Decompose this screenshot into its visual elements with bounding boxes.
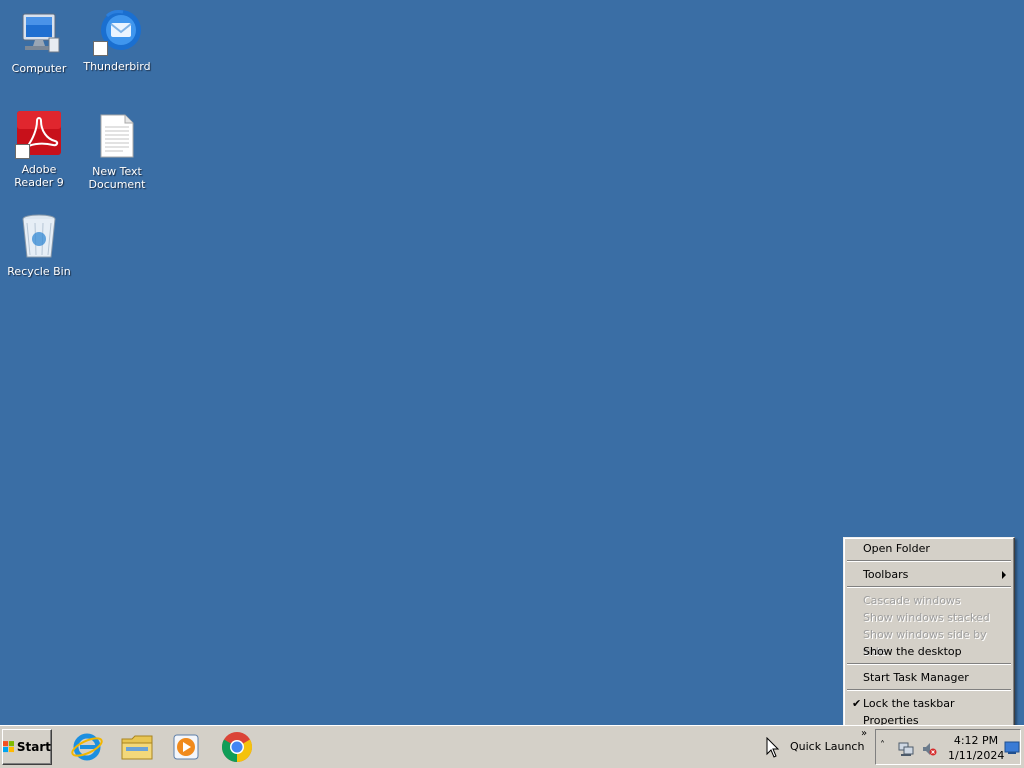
- recycle-bin-icon: [15, 213, 63, 261]
- desktop-icon-label: Computer: [11, 62, 67, 75]
- show-hidden-icons-chevron-icon[interactable]: ˄: [880, 740, 885, 751]
- desktop-icon-recycle-bin[interactable]: Recycle Bin: [0, 213, 78, 278]
- checkmark-icon: ✔: [852, 697, 862, 710]
- menu-item-open-folder[interactable]: Open Folder: [846, 540, 1012, 557]
- text-document-icon: [93, 113, 141, 161]
- menu-item-label: Toolbars: [863, 568, 909, 581]
- adobe-reader-icon: [15, 111, 63, 159]
- menu-item-show-windows-stacked: Show windows stacked: [846, 609, 1012, 626]
- volume-muted-icon[interactable]: [921, 741, 937, 757]
- quick-launch-toolbar-label[interactable]: Quick Launch: [790, 740, 864, 753]
- desktop-icon-label: Thunderbird: [83, 60, 151, 73]
- desktop-icon-label: Recycle Bin: [7, 265, 71, 278]
- system-tray: ˄ 4:12 PM 1/11/2024: [875, 729, 1021, 765]
- desktop-icon-label: Adobe Reader 9: [14, 163, 64, 189]
- shortcut-arrow-icon: [93, 41, 108, 56]
- taskbar-context-menu: Open Folder Toolbars Cascade windows Sho…: [843, 537, 1015, 730]
- mouse-cursor-icon: [766, 737, 780, 758]
- internet-explorer-icon[interactable]: [70, 731, 104, 763]
- menu-item-show-the-desktop[interactable]: Show the desktop: [846, 643, 1012, 660]
- chrome-icon[interactable]: [220, 731, 254, 763]
- clock-date: 1/11/2024: [948, 749, 1005, 762]
- toolbar-overflow-chevron-icon[interactable]: »: [861, 728, 867, 739]
- menu-item-lock-the-taskbar[interactable]: ✔ Lock the taskbar: [846, 695, 1012, 712]
- windows-explorer-icon[interactable]: [120, 731, 154, 763]
- clock-time: 4:12 PM: [953, 734, 999, 747]
- menu-separator: [847, 586, 1011, 588]
- menu-separator: [847, 689, 1011, 691]
- menu-item-toolbars[interactable]: Toolbars: [846, 566, 1012, 583]
- menu-separator: [847, 560, 1011, 562]
- menu-item-label: Start Task Manager: [863, 671, 969, 684]
- start-button[interactable]: Start: [2, 729, 52, 765]
- computer-icon: [15, 10, 63, 58]
- menu-item-start-task-manager[interactable]: Start Task Manager: [846, 669, 1012, 686]
- menu-separator: [847, 663, 1011, 665]
- taskbar: Start Quick Launch » ˄ 4:12 PM 1/11/2024: [0, 725, 1024, 768]
- menu-item-label: Open Folder: [863, 542, 930, 555]
- shortcut-arrow-icon: [15, 144, 30, 159]
- menu-item-label: Show the desktop: [863, 645, 962, 658]
- desktop-icon-computer[interactable]: Computer: [0, 10, 78, 75]
- desktop-icon-thunderbird[interactable]: Thunderbird: [78, 8, 156, 73]
- thunderbird-icon: [93, 8, 141, 56]
- windows-logo-icon: [3, 741, 15, 753]
- desktop-icon-label: New Text Document: [88, 165, 146, 191]
- menu-item-show-windows-side-by-side: Show windows side by side: [846, 626, 1012, 658]
- show-desktop-icon[interactable]: [1004, 741, 1020, 755]
- desktop-icon-new-text-document[interactable]: New Text Document: [78, 113, 156, 191]
- start-label: Start: [16, 740, 51, 754]
- clock[interactable]: 4:12 PM 1/11/2024: [948, 733, 1004, 763]
- menu-item-label: Show windows stacked: [863, 611, 990, 624]
- menu-item-label: Lock the taskbar: [863, 697, 955, 710]
- submenu-arrow-icon: [1002, 571, 1006, 579]
- media-player-icon[interactable]: [170, 731, 204, 763]
- desktop-icon-adobe-reader[interactable]: Adobe Reader 9: [0, 111, 78, 189]
- network-icon[interactable]: [898, 741, 914, 757]
- menu-item-label: Cascade windows: [863, 594, 961, 607]
- menu-item-cascade-windows: Cascade windows: [846, 592, 1012, 609]
